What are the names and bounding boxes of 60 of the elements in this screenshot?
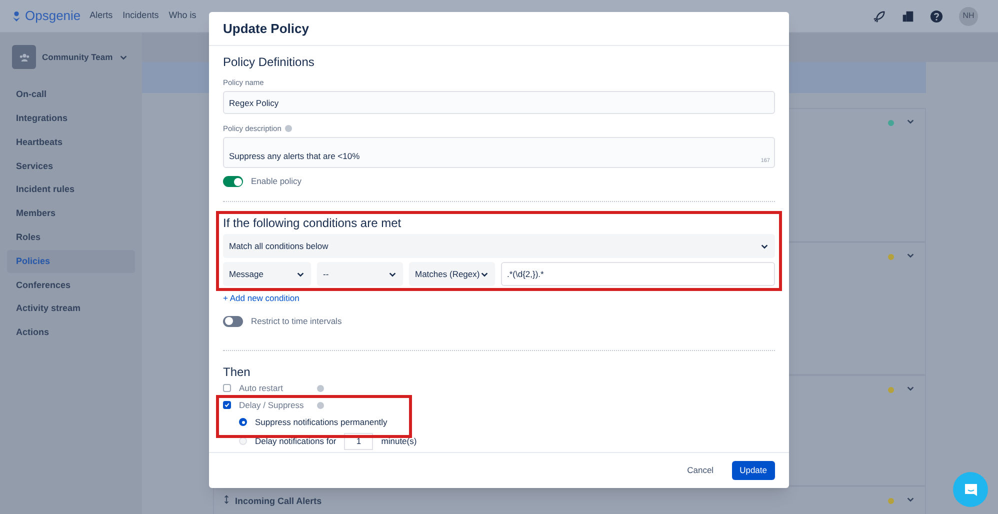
sidebar-item[interactable]: Conferences: [7, 273, 135, 298]
sidebar-item[interactable]: Actions: [7, 320, 135, 345]
operator-dropdown[interactable]: Matches (Regex): [409, 262, 495, 286]
policy-name-field[interactable]: Regex Policy: [223, 91, 775, 114]
checkbox-label: Delay / Suppress: [239, 398, 305, 412]
negation-dropdown[interactable]: --: [317, 262, 403, 286]
team-icon: [12, 45, 36, 69]
chevron-down-icon: [296, 270, 305, 279]
dialog-title: Update Policy: [223, 20, 309, 38]
user-avatar[interactable]: NH: [959, 6, 978, 26]
team-name[interactable]: Community Team: [42, 50, 113, 64]
chevron-down-icon: [760, 242, 769, 251]
nav-link[interactable]: Incidents: [122, 9, 159, 23]
chat-icon: [964, 482, 978, 496]
add-condition-link[interactable]: + Add new condition: [223, 292, 300, 305]
policy-title[interactable]: Incoming Call Alerts: [235, 495, 322, 508]
chevron-down-icon[interactable]: [906, 117, 915, 126]
sidebar-item[interactable]: Heartbeats: [7, 130, 135, 154]
sidebar-item[interactable]: Policies: [7, 250, 135, 274]
section-heading: If the following conditions are met: [223, 214, 402, 232]
field-value: Suppress any alerts that are <10%: [229, 151, 360, 162]
chevron-down-icon: [480, 270, 489, 279]
radio-button[interactable]: [239, 418, 247, 426]
toggle-switch[interactable]: [223, 316, 243, 327]
section-heading: Policy Definitions: [223, 54, 316, 71]
sidebar-item[interactable]: Services: [7, 154, 135, 178]
reorder-icon[interactable]: [224, 495, 229, 504]
match-dropdown[interactable]: Match all conditions below: [223, 234, 775, 258]
rocket-icon[interactable]: [873, 10, 886, 22]
checkbox[interactable]: [223, 401, 231, 410]
delay-minutes-field[interactable]: 1: [344, 432, 374, 450]
sidebar-item[interactable]: Roles: [7, 226, 135, 250]
sidebar-item[interactable]: On-call: [7, 83, 135, 107]
opsgenie-logo[interactable]: Opsgenie: [12, 6, 81, 26]
help-icon[interactable]: [930, 10, 943, 22]
chevron-down-icon: [388, 270, 397, 279]
nav-link[interactable]: Who is: [168, 9, 196, 23]
toggle-label: Restrict to time intervals: [251, 314, 342, 328]
field-dropdown[interactable]: Message: [223, 262, 311, 286]
chat-launcher-button[interactable]: [953, 472, 988, 507]
cancel-button[interactable]: Cancel: [681, 460, 720, 480]
checkbox[interactable]: [223, 384, 231, 392]
radio-label: Delay notifications for: [255, 434, 336, 448]
unit-label: minute(s): [381, 434, 417, 448]
section-heading: Then: [223, 364, 252, 380]
chevron-down-icon[interactable]: [119, 52, 128, 62]
sidebar-item[interactable]: Members: [7, 202, 135, 226]
toggle-label: Enable policy: [251, 175, 302, 188]
nav-link[interactable]: Alerts: [90, 9, 113, 23]
sidebar-item[interactable]: Activity stream: [7, 297, 135, 321]
sidebar-item[interactable]: Integrations: [7, 106, 135, 131]
chevron-down-icon[interactable]: [906, 495, 915, 504]
chevron-down-icon[interactable]: [906, 384, 915, 393]
condition-value-field[interactable]: .*(\d{2,}).*: [501, 262, 775, 286]
sidebar-item[interactable]: Incident rules: [7, 178, 135, 202]
chevron-down-icon[interactable]: [906, 251, 915, 260]
radio-label: Suppress notifications permanently: [255, 416, 388, 428]
checkbox-label: Auto restart: [239, 382, 284, 394]
toggle-switch[interactable]: [223, 176, 243, 188]
update-button[interactable]: Update: [732, 460, 775, 480]
